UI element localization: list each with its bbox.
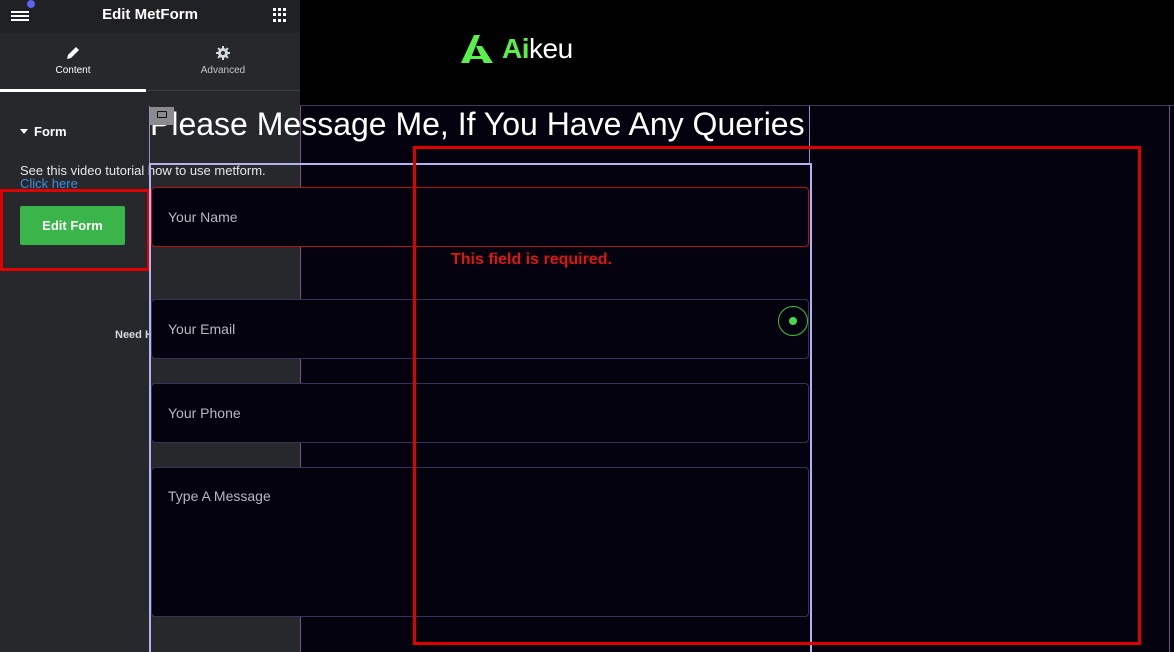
- tab-content-label: Content: [55, 65, 91, 76]
- tab-advanced-label: Advanced: [200, 65, 246, 76]
- logo-text-ai: Ai: [502, 33, 530, 64]
- panel-title: Edit MetForm: [102, 6, 198, 23]
- widgets-grid-icon[interactable]: [273, 8, 287, 22]
- pencil-icon: [67, 47, 79, 59]
- form-section-toggle[interactable]: Form: [20, 124, 67, 139]
- site-logo[interactable]: Aikeu: [460, 32, 573, 66]
- widget-edit-handle[interactable]: [150, 107, 174, 125]
- highlight-box: [413, 146, 1141, 645]
- site-header: Aikeu: [300, 0, 1174, 106]
- form-heading: Please Message Me, If You Have Any Queri…: [150, 106, 805, 142]
- panel-topbar: Edit MetForm: [0, 0, 300, 33]
- tab-advanced[interactable]: Advanced: [150, 33, 296, 91]
- widget-icon: [157, 111, 167, 118]
- highlight-box: [0, 189, 150, 271]
- caret-down-icon: [20, 129, 28, 134]
- panel-tabs: Content Advanced: [0, 33, 300, 92]
- canvas-edge-right: [1169, 106, 1170, 652]
- section-title: Form: [34, 124, 67, 139]
- logo-mark-icon: [461, 35, 493, 63]
- gear-icon: [216, 46, 230, 60]
- logo-text-keu: keu: [529, 33, 573, 64]
- tab-content[interactable]: Content: [0, 33, 146, 92]
